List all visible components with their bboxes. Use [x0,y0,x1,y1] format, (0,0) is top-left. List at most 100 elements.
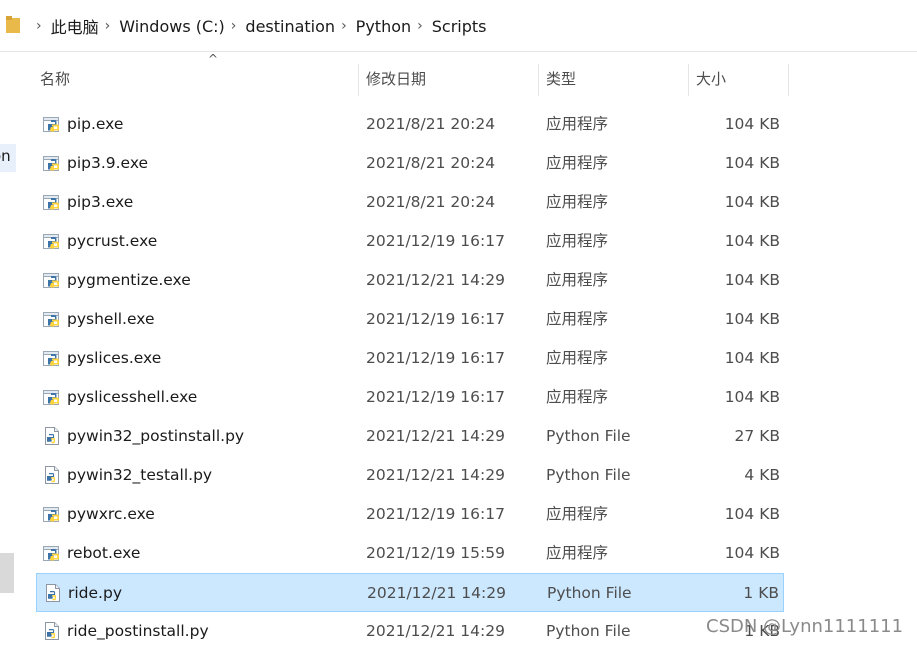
file-size: 104 KB [724,232,780,250]
file-type: Python File [546,427,631,445]
chevron-right-icon[interactable]: › [36,18,42,34]
folder-icon [6,16,20,33]
file-type: 应用程序 [546,115,609,133]
python-exe-icon [42,309,62,329]
column-divider[interactable] [788,64,789,96]
file-date-modified: 2021/12/19 15:59 [366,544,505,562]
file-row[interactable]: pywin32_testall.py 2021/12/21 14:29 Python… [36,456,784,495]
file-type: 应用程序 [546,349,609,367]
file-list: pip.exe 2021/8/21 20:24 应用程序 104 KB pip3.9.e… [36,105,796,648]
file-date-modified: 2021/12/19 16:17 [366,388,505,406]
breadcrumb-python[interactable]: Python [356,17,411,36]
file-name: pywin32_testall.py [67,466,213,484]
file-row[interactable]: pyslicesshell.exe 2021/12/19 16:17 应用程序 104… [36,378,784,417]
file-type: 应用程序 [546,388,609,406]
file-row[interactable]: pip3.9.exe 2021/8/21 20:24 应用程序 104 KB [36,144,784,183]
file-date-modified: 2021/12/21 14:29 [366,622,505,640]
file-date-modified: 2021/8/21 20:24 [366,193,496,211]
file-type: Python File [546,622,631,640]
chevron-right-icon[interactable]: › [231,18,237,34]
python-exe-icon [42,504,62,524]
chevron-right-icon[interactable]: › [417,18,423,34]
column-size[interactable]: 大小 [696,62,726,96]
file-size: 104 KB [724,154,780,172]
file-size: 104 KB [724,193,780,211]
column-type[interactable]: 类型 [546,62,576,96]
breadcrumb-this-pc[interactable]: 此电脑 [51,14,99,38]
python-file-icon [43,583,63,603]
chevron-right-icon[interactable]: › [341,18,347,34]
file-row[interactable]: pip.exe 2021/8/21 20:24 应用程序 104 KB [36,105,784,144]
file-date-modified: 2021/8/21 20:24 [366,115,496,133]
watermark: CSDN @Lynn1111111 [706,616,904,637]
file-size: 104 KB [724,271,780,289]
file-name: rebot.exe [67,544,141,562]
column-date-modified[interactable]: 修改日期 [366,62,426,96]
file-name: pyshell.exe [67,310,155,328]
nav-pane-scrollbar[interactable] [0,553,14,593]
breadcrumb-windows-c[interactable]: Windows (C:) [119,17,225,36]
address-bar[interactable]: › 此电脑 › Windows (C:) › destination › Pyt… [0,0,917,52]
file-date-modified: 2021/12/19 16:17 [366,505,505,523]
column-header: ^ 名称 修改日期 类型 大小 [18,52,790,98]
file-row[interactable]: rebot.exe 2021/12/19 15:59 应用程序 104 KB [36,534,784,573]
file-size: 104 KB [724,115,780,133]
python-file-icon [42,426,62,446]
python-file-icon [42,465,62,485]
file-row[interactable]: pygmentize.exe 2021/12/21 14:29 应用程序 104 KB [36,261,784,300]
python-exe-icon [42,348,62,368]
file-name: pip3.exe [67,193,134,211]
file-size: 104 KB [724,505,780,523]
file-size: 27 KB [734,427,780,445]
sort-ascending-icon: ^ [208,52,219,66]
python-file-icon [42,621,62,641]
column-name[interactable]: 名称 [40,62,70,96]
nav-pane-item[interactable]: on [0,144,16,172]
file-row[interactable]: pyslices.exe 2021/12/19 16:17 应用程序 104 KB [36,339,784,378]
file-row[interactable]: pywxrc.exe 2021/12/19 16:17 应用程序 104 KB [36,495,784,534]
column-divider[interactable] [688,64,689,96]
file-row[interactable]: ride_postinstall.py 2021/12/21 14:29 Pytho… [36,612,784,648]
file-type: 应用程序 [546,505,609,523]
python-exe-icon [42,192,62,212]
breadcrumb-scripts[interactable]: Scripts [432,17,487,36]
python-exe-icon [42,270,62,290]
file-name: pywxrc.exe [67,505,155,523]
file-name: pip3.9.exe [67,154,149,172]
file-size: 1 KB [743,584,779,602]
file-row[interactable]: ride.py 2021/12/21 14:29 Python File 1 KB [36,573,784,612]
chevron-right-icon[interactable]: › [105,18,111,34]
file-type: 应用程序 [546,310,609,328]
file-type: Python File [547,584,632,602]
file-row[interactable]: pyshell.exe 2021/12/19 16:17 应用程序 104 KB [36,300,784,339]
file-size: 104 KB [724,310,780,328]
file-date-modified: 2021/12/21 14:29 [367,584,506,602]
file-date-modified: 2021/12/19 16:17 [366,232,505,250]
file-size: 104 KB [724,349,780,367]
column-divider[interactable] [538,64,539,96]
file-row[interactable]: pycrust.exe 2021/12/19 16:17 应用程序 104 KB [36,222,784,261]
file-date-modified: 2021/12/19 16:17 [366,310,505,328]
file-date-modified: 2021/12/21 14:29 [366,271,505,289]
file-type: 应用程序 [546,544,609,562]
file-date-modified: 2021/12/21 14:29 [366,427,505,445]
python-exe-icon [42,114,62,134]
file-date-modified: 2021/12/21 14:29 [366,466,505,484]
file-row[interactable]: pywin32_postinstall.py 2021/12/21 14:29 Py… [36,417,784,456]
nav-pane-label: on [0,147,11,165]
file-name: pyslices.exe [67,349,162,367]
file-name: pygmentize.exe [67,271,191,289]
column-divider[interactable] [358,64,359,96]
file-name: pycrust.exe [67,232,158,250]
python-exe-icon [42,387,62,407]
file-name: ride.py [68,584,122,602]
file-type: 应用程序 [546,232,609,250]
file-type: 应用程序 [546,271,609,289]
file-size: 104 KB [724,544,780,562]
file-type: 应用程序 [546,193,609,211]
file-date-modified: 2021/12/19 16:17 [366,349,505,367]
file-name: ride_postinstall.py [67,622,209,640]
file-name: pip.exe [67,115,124,133]
breadcrumb-destination[interactable]: destination [245,17,335,36]
file-row[interactable]: pip3.exe 2021/8/21 20:24 应用程序 104 KB [36,183,784,222]
